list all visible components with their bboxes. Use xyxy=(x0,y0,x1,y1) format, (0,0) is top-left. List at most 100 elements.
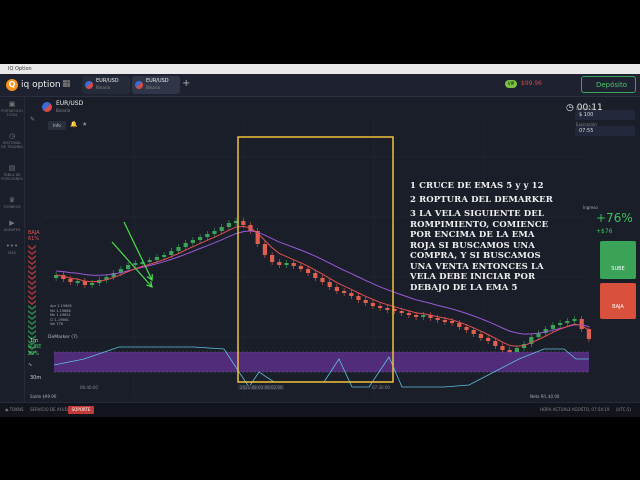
add-tab-icon[interactable]: + xyxy=(182,78,190,90)
candle-body xyxy=(558,323,563,325)
candle-body xyxy=(435,318,440,320)
asset-tab-1[interactable]: EUR/USD Binaria xyxy=(82,76,130,94)
candle-body xyxy=(68,279,73,282)
timeframe-1m[interactable]: 1m xyxy=(30,338,38,344)
candle-body xyxy=(493,341,498,346)
net-pl-amount: $0.00 xyxy=(548,394,560,399)
candle-body xyxy=(457,323,462,327)
expiry-input[interactable]: 07:55 xyxy=(575,126,635,136)
annotation-line-3: 3 LA VELA SIGUIENTE DEL ROMPIMIENTO, COM… xyxy=(410,209,548,293)
sidebar-item-more[interactable]: ••• MÁS xyxy=(0,242,24,255)
highlight-rectangle xyxy=(237,136,394,383)
net-pl-label: Neto P/L xyxy=(530,394,547,399)
bell-icon[interactable]: 🔔 xyxy=(70,121,77,128)
candle-body xyxy=(378,306,383,308)
balance-label: Saldo xyxy=(30,394,42,399)
candle-body xyxy=(262,244,267,255)
candle-body xyxy=(291,263,296,266)
ohlc-volume: Vol 776 xyxy=(50,322,64,326)
ohlc-low: Mn 1.19651 xyxy=(50,313,71,317)
info-button[interactable]: Info xyxy=(48,121,66,130)
sidebar-item-label: TORNEOS xyxy=(3,205,21,209)
candle-body xyxy=(414,315,419,317)
candle-body xyxy=(471,330,476,334)
trading-screen: IQ Option Q iq option ▦ EUR/USD Binaria … xyxy=(0,64,640,417)
annotation-text: ROJA SI BUSCAMOS UNA xyxy=(410,240,535,251)
candle-body xyxy=(356,296,361,300)
balance-amount: $99.96 xyxy=(42,394,57,399)
sidebar-item-portfolio[interactable]: ▣ PORTAFOLIO TOTAL xyxy=(0,100,24,117)
indicator-tool-icon[interactable]: ∿ xyxy=(28,362,32,368)
chat-label: TOKNS xyxy=(9,407,24,412)
chat-button[interactable]: ◉ TOKNS xyxy=(5,407,24,412)
annotation-text: DEBAJO DE LA EMA 5 xyxy=(410,282,518,293)
ohlc-open: Apr 1.19658 xyxy=(50,304,72,308)
candle-body xyxy=(550,325,555,329)
sentiment-chevron xyxy=(28,315,36,320)
indicator-label[interactable]: DeMarker (7) xyxy=(48,335,78,340)
candle-body xyxy=(205,234,210,237)
sentiment-chevron xyxy=(28,265,36,270)
annotation-line-2: 2 ROPTURA DEL DEMARKER xyxy=(410,195,553,205)
call-button-label: SUBE xyxy=(611,266,625,272)
sidebar-item-agents[interactable]: ▶ AGENTES xyxy=(0,219,24,232)
timeframe-30m[interactable]: 30m xyxy=(30,375,41,381)
sentiment-up-label: SUBE xyxy=(28,344,42,350)
eurusd-flag-icon xyxy=(42,102,52,112)
sidebar-item-history[interactable]: ◷ HISTORIAL DE TRADING xyxy=(0,132,24,149)
sidebar-item-label: AGENTES xyxy=(3,228,21,232)
candle-body xyxy=(399,311,404,313)
sentiment-chevron xyxy=(28,275,36,280)
tab-asset-name: EUR/USD xyxy=(146,78,169,84)
asset-type: Binaria xyxy=(56,108,71,113)
ohlc-readout: Apr 1.19658 Mx 1.19686 Mn 1.19651 Cl 1.1… xyxy=(50,304,72,327)
sentiment-chevron xyxy=(28,295,36,300)
candle-body xyxy=(421,315,426,317)
balance-summary: Saldo $99.96 xyxy=(30,394,56,399)
signal-arrow-line xyxy=(111,241,153,288)
more-icon: ••• xyxy=(5,242,19,250)
grid-menu-icon[interactable]: ▦ xyxy=(62,80,71,89)
video-icon: ▶ xyxy=(9,219,15,227)
sidebar-item-leaderboard[interactable]: ▤ TABLA DE POSICIONES xyxy=(0,164,24,181)
deposit-button[interactable]: Depósito xyxy=(581,76,636,93)
iq-logo-icon[interactable]: Q xyxy=(6,79,18,91)
sentiment-chevron xyxy=(28,250,36,255)
candle-body xyxy=(162,255,167,257)
put-button-label: BAJA xyxy=(612,304,624,310)
sidebar-item-tournaments[interactable]: ♛ TORNEOS xyxy=(0,196,24,209)
sentiment-chevron xyxy=(28,260,36,265)
sidebar-item-label: PORTAFOLIO TOTAL xyxy=(1,109,23,117)
candle-body xyxy=(126,265,131,269)
sentiment-chevron xyxy=(28,285,36,290)
candle-body xyxy=(334,287,339,291)
sidebar-item-label: MÁS xyxy=(8,251,16,255)
candle-body xyxy=(306,269,311,273)
candle-body xyxy=(190,240,195,243)
candle-body xyxy=(579,319,584,329)
sentiment-chevron xyxy=(28,300,36,305)
chat-icon: ◉ xyxy=(5,407,9,412)
star-icon[interactable]: ★ xyxy=(82,121,87,128)
candle-body xyxy=(183,243,188,247)
put-button[interactable]: BAJA xyxy=(600,283,636,319)
candle-body xyxy=(507,350,512,352)
top-bar: Q iq option ▦ EUR/USD Binaria EUR/USD Bi… xyxy=(0,74,640,97)
pencil-icon[interactable]: ✎ xyxy=(30,116,35,123)
candle-body xyxy=(385,308,390,310)
sentiment-chevron xyxy=(28,255,36,260)
drawing-tool-icon[interactable]: ⟋ xyxy=(28,351,32,357)
eurusd-flag-icon xyxy=(85,81,93,89)
annotation-line-1: 1 CRUCE DE EMAS 5 y y 12 xyxy=(410,181,544,191)
support-prefix: SERVICIO DE AYUDA xyxy=(30,407,71,412)
candle-body xyxy=(176,247,181,251)
support-button[interactable]: SOPORTE xyxy=(68,406,94,414)
candle-body xyxy=(198,237,203,240)
candle-body xyxy=(313,273,318,278)
amount-input[interactable]: $ 100 xyxy=(575,110,635,120)
net-pl-summary: Neto P/L $0.00 xyxy=(530,394,559,399)
candle-body xyxy=(147,260,152,262)
current-time-label: HORA ACTUAL: xyxy=(540,407,570,412)
call-button[interactable]: SUBE xyxy=(600,241,636,279)
asset-tab-2[interactable]: EUR/USD Binaria xyxy=(132,76,180,94)
